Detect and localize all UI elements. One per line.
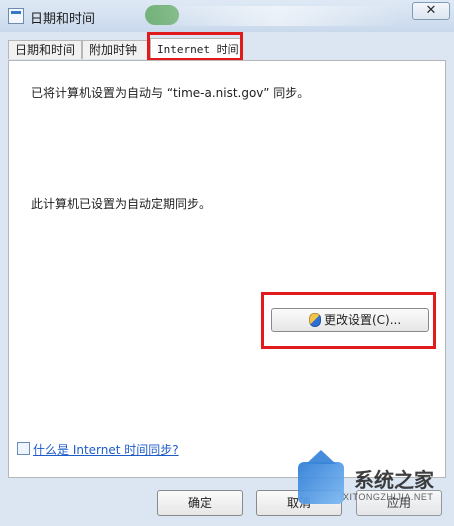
uac-shield-icon — [309, 313, 321, 327]
tab-label: 附加时钟 — [89, 43, 138, 57]
watermark: 系统之家 XITONGZHIJIA.NET — [298, 450, 450, 522]
close-button[interactable]: ✕ — [412, 2, 450, 20]
title-bar: 日期和时间 ✕ — [0, 0, 454, 32]
watermark-url: XITONGZHIJIA.NET — [343, 492, 434, 502]
change-settings-button[interactable]: 更改设置(C)... — [271, 308, 429, 332]
clock-icon — [8, 8, 24, 24]
close-icon: ✕ — [425, 3, 437, 18]
internet-time-panel: 已将计算机设置为自动与 “time-a.nist.gov” 同步。 此计算机已设… — [8, 60, 446, 478]
house-logo-icon — [298, 450, 344, 504]
blurred-background-text — [150, 6, 405, 26]
change-settings-label: 更改设置(C)... — [324, 313, 402, 327]
tab-additional-clocks[interactable]: 附加时钟 — [82, 40, 148, 59]
ok-button[interactable]: 确定 — [157, 490, 243, 516]
tab-date-time[interactable]: 日期和时间 — [8, 40, 82, 59]
help-link[interactable]: 什么是 Internet 时间同步? — [33, 441, 179, 458]
watermark-text: 系统之家 — [354, 468, 434, 492]
red-highlight-tab — [147, 32, 243, 61]
sync-status-text: 已将计算机设置为自动与 “time-a.nist.gov” 同步。 — [31, 86, 310, 100]
tab-label: 日期和时间 — [15, 43, 76, 57]
auto-sync-text: 此计算机已设置为自动定期同步。 — [31, 197, 212, 211]
help-icon — [17, 442, 30, 455]
window-title: 日期和时间 — [30, 12, 96, 27]
